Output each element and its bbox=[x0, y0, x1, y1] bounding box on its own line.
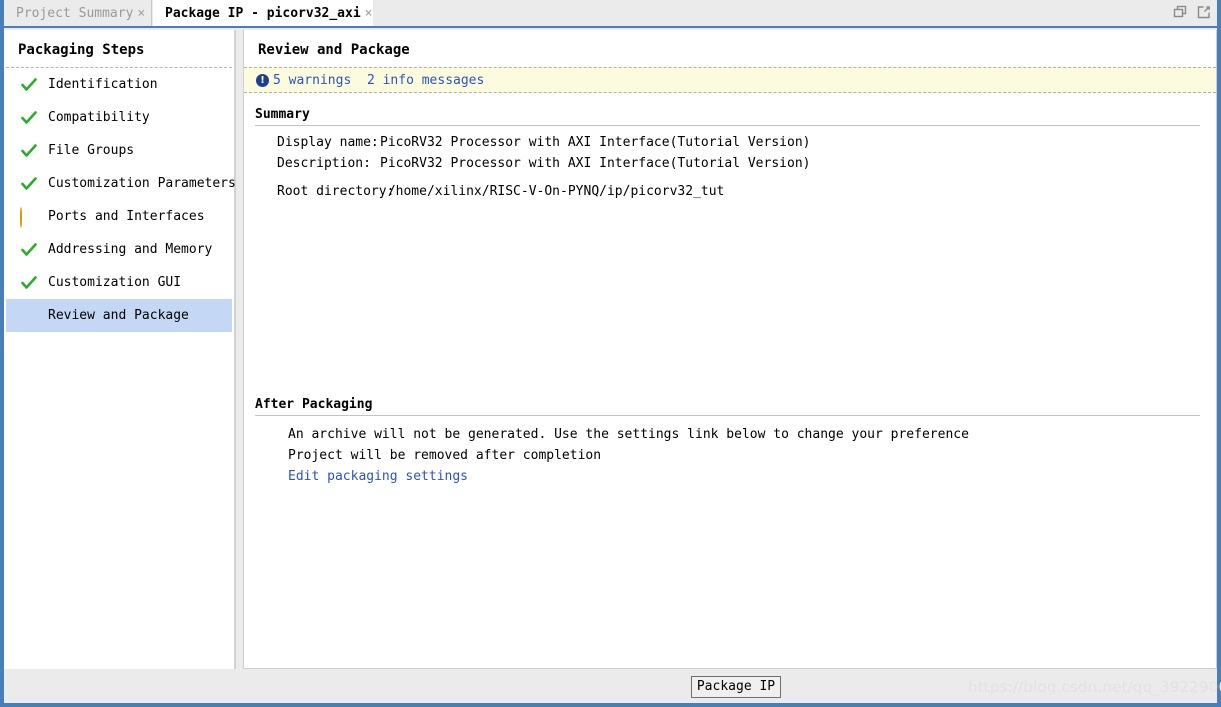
check-icon bbox=[20, 76, 38, 94]
review-and-package-panel: Review and Package 5 warnings 2 info mes… bbox=[243, 30, 1217, 669]
sidebar-item-label: Ports and Interfaces bbox=[48, 209, 205, 224]
summary-row-description: Description: PicoRV32 Processor with AXI… bbox=[277, 156, 1200, 177]
summary-label: Display name: bbox=[277, 135, 379, 150]
sidebar-item-label: Review and Package bbox=[48, 308, 189, 323]
sidebar-item-ports-and-interfaces[interactable]: Ports and Interfaces bbox=[6, 200, 232, 233]
sidebar-item-label: Customization Parameters bbox=[48, 176, 236, 191]
tab-package-ip[interactable]: Package IP - picorv32_axi × bbox=[153, 0, 373, 26]
after-packaging-title: After Packaging bbox=[255, 397, 373, 412]
sidebar-title: Packaging Steps bbox=[18, 42, 145, 58]
summary-value: PicoRV32 Processor with AXI Interface(Tu… bbox=[380, 135, 811, 150]
float-window-icon[interactable] bbox=[1197, 5, 1211, 19]
watermark: https://blog.csdn.net/qq_39229006 bbox=[968, 678, 1221, 696]
tab-project-summary[interactable]: Project Summary × bbox=[4, 0, 152, 26]
packaging-steps-panel: Packaging Steps Identification Compatibi… bbox=[4, 30, 236, 703]
tab-project-summary-label: Project Summary bbox=[16, 5, 134, 21]
sidebar-item-label: Compatibility bbox=[48, 110, 150, 125]
restore-windows-icon[interactable] bbox=[1173, 5, 1187, 19]
edit-packaging-settings-link[interactable]: Edit packaging settings bbox=[288, 469, 1200, 490]
package-ip-button[interactable]: Package IP bbox=[691, 676, 781, 698]
after-packaging-section: After Packaging An archive will not be g… bbox=[255, 383, 1200, 490]
summary-value: /home/xilinx/RISC-V-On-PYNQ/ip/picorv32_… bbox=[380, 184, 725, 199]
summary-row-root-directory: Root directory: /home/xilinx/RISC-V-On-P… bbox=[277, 184, 1200, 205]
sidebar-item-compatibility[interactable]: Compatibility bbox=[6, 101, 232, 134]
summary-section: Summary Display name: PicoRV32 Processor… bbox=[255, 93, 1200, 205]
sidebar-item-customization-parameters[interactable]: Customization Parameters bbox=[6, 167, 236, 200]
after-packaging-line: Project will be removed after completion bbox=[288, 448, 602, 463]
check-icon bbox=[20, 109, 38, 127]
tab-bar: Project Summary × Package IP - picorv32_… bbox=[4, 0, 1217, 28]
ip-packager-window: Project Summary × Package IP - picorv32_… bbox=[0, 0, 1221, 707]
check-icon bbox=[20, 175, 38, 193]
summary-label: Description: bbox=[277, 156, 371, 171]
check-icon bbox=[20, 241, 38, 259]
message-separator bbox=[351, 73, 367, 88]
sidebar-item-customization-gui[interactable]: Customization GUI bbox=[6, 266, 232, 299]
close-icon[interactable]: × bbox=[361, 7, 383, 20]
close-icon[interactable]: × bbox=[133, 7, 155, 20]
after-packaging-rows: An archive will not be generated. Use th… bbox=[255, 416, 1200, 490]
sidebar-item-addressing-and-memory[interactable]: Addressing and Memory bbox=[6, 233, 232, 266]
sidebar-item-review-and-package[interactable]: Review and Package bbox=[6, 299, 232, 332]
summary-row-display-name: Display name: PicoRV32 Processor with AX… bbox=[277, 135, 1200, 156]
warnings-link[interactable]: 5 warnings bbox=[273, 73, 351, 88]
sidebar-item-label: File Groups bbox=[48, 143, 135, 158]
after-packaging-line: An archive will not be generated. Use th… bbox=[288, 427, 969, 442]
info-icon bbox=[256, 73, 269, 87]
check-icon bbox=[20, 142, 38, 160]
sidebar-item-file-groups[interactable]: File Groups bbox=[6, 134, 232, 167]
check-icon bbox=[20, 274, 38, 292]
summary-label: Root directory: bbox=[277, 184, 395, 199]
sidebar-item-identification[interactable]: Identification bbox=[6, 68, 232, 101]
summary-title: Summary bbox=[255, 107, 310, 122]
window-controls bbox=[1173, 5, 1211, 19]
sidebar-item-label: Identification bbox=[48, 77, 158, 92]
summary-value: PicoRV32 Processor with AXI Interface(Tu… bbox=[380, 156, 811, 171]
page-title: Review and Package bbox=[258, 42, 410, 58]
sidebar-item-label: Addressing and Memory bbox=[48, 242, 213, 257]
tab-package-ip-label: Package IP - picorv32_axi bbox=[165, 5, 361, 21]
info-messages-link[interactable]: 2 info messages bbox=[367, 73, 484, 88]
warning-icon bbox=[20, 206, 38, 228]
sidebar-item-label: Customization GUI bbox=[48, 275, 182, 290]
summary-rows: Display name: PicoRV32 Processor with AX… bbox=[255, 126, 1200, 205]
message-bar: 5 warnings 2 info messages bbox=[244, 67, 1216, 93]
